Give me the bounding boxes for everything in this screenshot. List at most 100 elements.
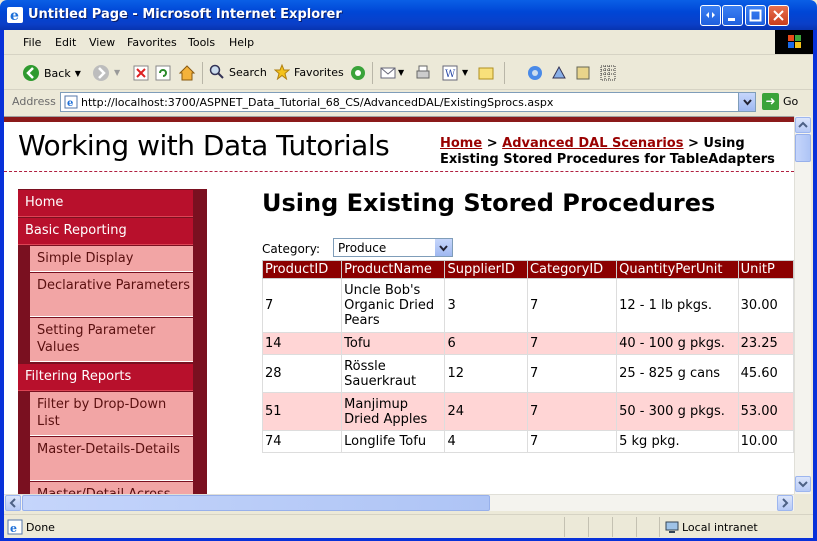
page-done-icon: e <box>7 519 23 535</box>
sidebar-item-setting-parameter-values[interactable]: Setting Parameter Values <box>30 318 193 362</box>
address-bar: Address e http://localhost:3700/ASPNET_D… <box>4 90 813 114</box>
back-arrow-icon <box>23 65 39 81</box>
scroll-up-button[interactable] <box>795 117 811 133</box>
sidebar-item-home[interactable]: Home <box>18 190 193 217</box>
back-button[interactable]: Back ▼ <box>22 64 81 82</box>
cell-product-id: 74 <box>261 430 343 453</box>
scroll-left-button[interactable] <box>5 495 21 511</box>
chevron-down-icon <box>439 245 448 252</box>
security-zone-text: Local intranet <box>682 521 758 534</box>
status-text: Done <box>26 521 55 534</box>
menu-file[interactable]: File <box>23 36 41 49</box>
mail-dropdown-icon[interactable]: ▼ <box>398 68 404 77</box>
breadcrumb: Home > Advanced DAL Scenarios > Using Ex… <box>440 136 780 168</box>
horizontal-scrollbar[interactable] <box>4 494 794 511</box>
edit-dropdown-icon[interactable]: ▼ <box>462 68 468 77</box>
category-select[interactable]: Produce <box>333 238 453 257</box>
site-title: Working with Data Tutorials <box>18 129 390 162</box>
sidebar-item-declarative-parameters[interactable]: Declarative Parameters <box>30 273 193 317</box>
cell-category-id: 7 <box>526 392 618 431</box>
minimize-icon <box>728 18 735 21</box>
menu-view[interactable]: View <box>89 36 115 49</box>
breadcrumb-current: Existing Stored Procedures for TableAdap… <box>440 152 775 167</box>
grid-icon[interactable] <box>599 64 617 82</box>
menu-favorites[interactable]: Favorites <box>127 36 177 49</box>
status-pane-divider <box>588 517 589 537</box>
scroll-down-button[interactable] <box>795 476 811 492</box>
toolbar-separator <box>202 62 203 84</box>
back-dropdown-icon[interactable]: ▼ <box>75 69 81 78</box>
menu-tools[interactable]: Tools <box>188 36 215 49</box>
search-button[interactable]: Search <box>209 64 267 80</box>
horizontal-scroll-thumb[interactable] <box>22 495 490 511</box>
sidebar-item-filtering-reports[interactable]: Filtering Reports <box>18 364 193 391</box>
windows-logo-icon <box>775 30 813 54</box>
cell-quantity-per-unit: 5 kg pkg. <box>616 430 739 453</box>
cell-unit-price: 10.00 <box>737 430 794 453</box>
star-icon <box>274 64 290 80</box>
discuss-icon[interactable] <box>477 64 495 82</box>
scrollbar-corner <box>794 494 811 511</box>
maximize-button[interactable] <box>745 5 766 26</box>
category-selected-value: Produce <box>338 241 387 255</box>
status-pane-divider <box>636 517 637 537</box>
status-pane-divider <box>659 517 660 537</box>
favorites-button[interactable]: Favorites <box>274 64 344 80</box>
sidebar-item-master-details-details[interactable]: Master-Details-Details <box>30 437 193 481</box>
vertical-scroll-thumb[interactable] <box>795 134 811 162</box>
cell-quantity-per-unit: 50 - 300 g pkgs. <box>616 392 739 431</box>
go-button[interactable]: ➜ Go <box>762 93 798 110</box>
edit-word-icon[interactable]: W <box>441 64 459 82</box>
research-icon[interactable] <box>550 64 568 82</box>
breadcrumb-separator: > <box>482 136 503 151</box>
messenger-icon[interactable] <box>526 64 544 82</box>
sidebar-item-filter-by-dropdown[interactable]: Filter by Drop-Down List <box>30 392 193 436</box>
media-icon[interactable] <box>349 64 367 82</box>
menu-edit[interactable]: Edit <box>55 36 76 49</box>
mail-icon[interactable] <box>379 64 397 82</box>
refresh-icon[interactable] <box>154 64 172 82</box>
cell-quantity-per-unit: 25 - 825 g cans <box>616 354 739 393</box>
category-dropdown-button[interactable] <box>435 239 452 256</box>
cell-product-name: Manjimup Dried Apples <box>341 392 446 431</box>
grid-header-row: ProductID ProductName SupplierID Categor… <box>261 260 794 279</box>
double-arrow-icon <box>706 12 715 18</box>
address-dropdown-button[interactable] <box>738 93 755 111</box>
sidebar-item-simple-display[interactable]: Simple Display <box>30 246 193 272</box>
vertical-scrollbar[interactable] <box>794 116 811 494</box>
breadcrumb-separator: > Using <box>683 136 745 151</box>
cell-product-name: Longlife Tofu <box>341 430 446 453</box>
table-row: 74 Longlife Tofu 4 7 5 kg pkg. 10.00 <box>261 430 794 453</box>
back-label: Back <box>44 66 71 80</box>
cell-supplier-id: 6 <box>444 332 528 355</box>
table-row: 14 Tofu 6 7 40 - 100 g pkgs. 23.25 <box>261 332 794 355</box>
go-label: Go <box>783 95 799 108</box>
table-row: 51 Manjimup Dried Apples 24 7 50 - 300 g… <box>261 392 794 431</box>
breadcrumb-home-link[interactable]: Home <box>440 136 482 151</box>
favorites-label: Favorites <box>294 65 344 79</box>
header-accent-bar <box>4 117 794 122</box>
stop-icon[interactable] <box>132 64 150 82</box>
cell-supplier-id: 3 <box>444 278 528 333</box>
minimize-button[interactable] <box>722 5 743 26</box>
page-content: Working with Data Tutorials Home > Advan… <box>4 116 794 494</box>
tools-icon[interactable] <box>574 64 592 82</box>
category-label: Category: <box>262 242 320 256</box>
column-header: ProductName <box>341 260 446 279</box>
close-button[interactable] <box>768 5 789 26</box>
cell-unit-price: 53.00 <box>737 392 794 431</box>
address-input[interactable]: e http://localhost:3700/ASPNET_Data_Tuto… <box>60 92 756 112</box>
home-icon[interactable] <box>178 64 196 82</box>
scroll-right-button[interactable] <box>777 495 793 511</box>
restore-toggle-button[interactable] <box>700 5 721 26</box>
forward-dropdown-icon[interactable]: ▼ <box>114 68 120 77</box>
svg-text:e: e <box>10 522 17 535</box>
print-icon[interactable] <box>414 64 432 82</box>
title-bar[interactable]: e Untitled Page - Microsoft Internet Exp… <box>0 0 817 30</box>
sidebar-item-basic-reporting[interactable]: Basic Reporting <box>18 218 193 245</box>
breadcrumb-section-link[interactable]: Advanced DAL Scenarios <box>502 136 683 151</box>
cell-unit-price: 45.60 <box>737 354 794 393</box>
sidebar-item-master-detail-across[interactable]: Master/Detail Across <box>30 482 193 494</box>
menu-help[interactable]: Help <box>229 36 254 49</box>
forward-arrow-icon[interactable] <box>92 64 110 82</box>
